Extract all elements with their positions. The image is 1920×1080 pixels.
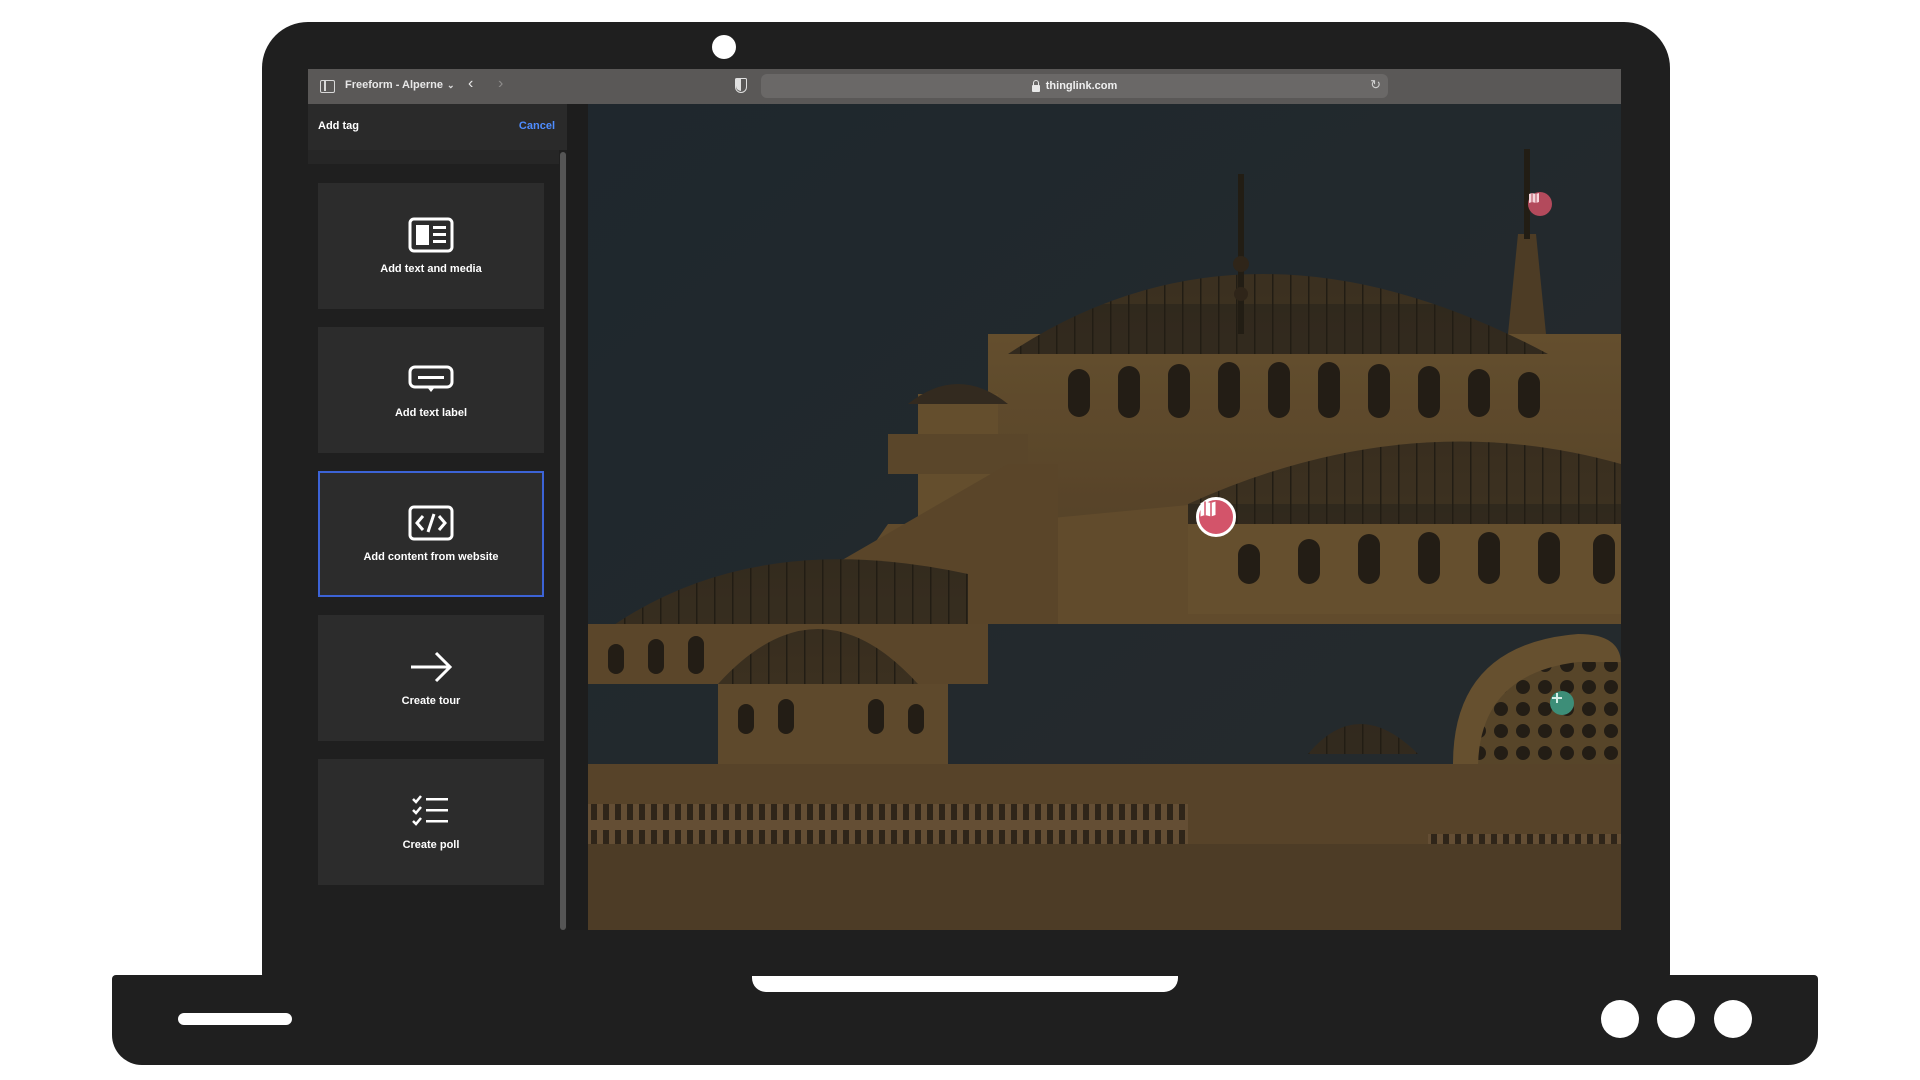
url-text: thinglink.com (1045, 80, 1118, 92)
text-label-icon (408, 365, 454, 392)
card-label: Add content from website (363, 551, 499, 563)
card-create-tour[interactable]: Create tour (318, 615, 544, 741)
laptop-indicator-dot (1601, 1000, 1639, 1038)
plus-icon (1552, 693, 1562, 703)
map-icon (1529, 193, 1539, 203)
card-create-poll[interactable]: Create poll (318, 759, 544, 885)
forward-arrow-icon[interactable]: › (498, 75, 503, 93)
card-add-content-from-website[interactable]: Add content from website (318, 471, 544, 597)
card-add-text-label[interactable]: Add text label (318, 327, 544, 453)
panel-gutter (567, 104, 588, 930)
panel-title: Add tag (318, 120, 359, 132)
privacy-shield-icon[interactable] (735, 78, 747, 93)
laptop-indicator-dot (1657, 1000, 1695, 1038)
panel-divider (308, 150, 559, 164)
card-label: Add text label (394, 407, 468, 419)
panel-scrollbar[interactable] (560, 152, 566, 930)
text-media-icon (408, 217, 454, 253)
laptop-slot (178, 1013, 292, 1025)
image-canvas[interactable] (588, 104, 1621, 930)
hotspot-add[interactable] (1550, 691, 1574, 715)
lock-icon (1031, 79, 1040, 92)
card-label: Create poll (402, 839, 460, 851)
laptop-screen: Freeform - Alperne ⌄ ‹ › thinglink.com ↻… (308, 69, 1621, 930)
chevron-down-icon: ⌄ (447, 79, 455, 90)
add-tag-panel: Add tag Cancel Add text and media Add te… (308, 104, 567, 930)
back-arrow-icon[interactable]: ‹ (468, 75, 473, 93)
card-label: Create tour (401, 695, 461, 707)
reload-icon[interactable]: ↻ (1370, 77, 1381, 93)
address-bar[interactable]: thinglink.com ↻ (761, 74, 1388, 98)
map-icon (1200, 501, 1216, 517)
panel-header: Add tag Cancel (308, 104, 567, 150)
card-label: Add text and media (380, 263, 482, 275)
webcam (712, 35, 736, 59)
sidebar-toggle-icon[interactable] (320, 80, 335, 93)
hotspot-map-selected[interactable] (1196, 497, 1236, 537)
laptop-mockup: Freeform - Alperne ⌄ ‹ › thinglink.com ↻… (0, 0, 1920, 1080)
hotspot-map[interactable] (1528, 192, 1552, 216)
browser-toolbar: Freeform - Alperne ⌄ ‹ › thinglink.com ↻ (308, 69, 1621, 104)
card-add-text-and-media[interactable]: Add text and media (318, 183, 544, 309)
tab-group-label: Freeform - Alperne (345, 79, 444, 91)
embed-code-icon (408, 505, 454, 541)
checklist-icon (412, 795, 448, 826)
mosque-photo (588, 104, 1621, 930)
arrow-right-icon (411, 651, 453, 683)
laptop-hinge (752, 976, 1178, 992)
tab-group-selector[interactable]: Freeform - Alperne ⌄ (345, 79, 455, 91)
laptop-indicator-dot (1714, 1000, 1752, 1038)
cancel-button[interactable]: Cancel (519, 120, 555, 132)
